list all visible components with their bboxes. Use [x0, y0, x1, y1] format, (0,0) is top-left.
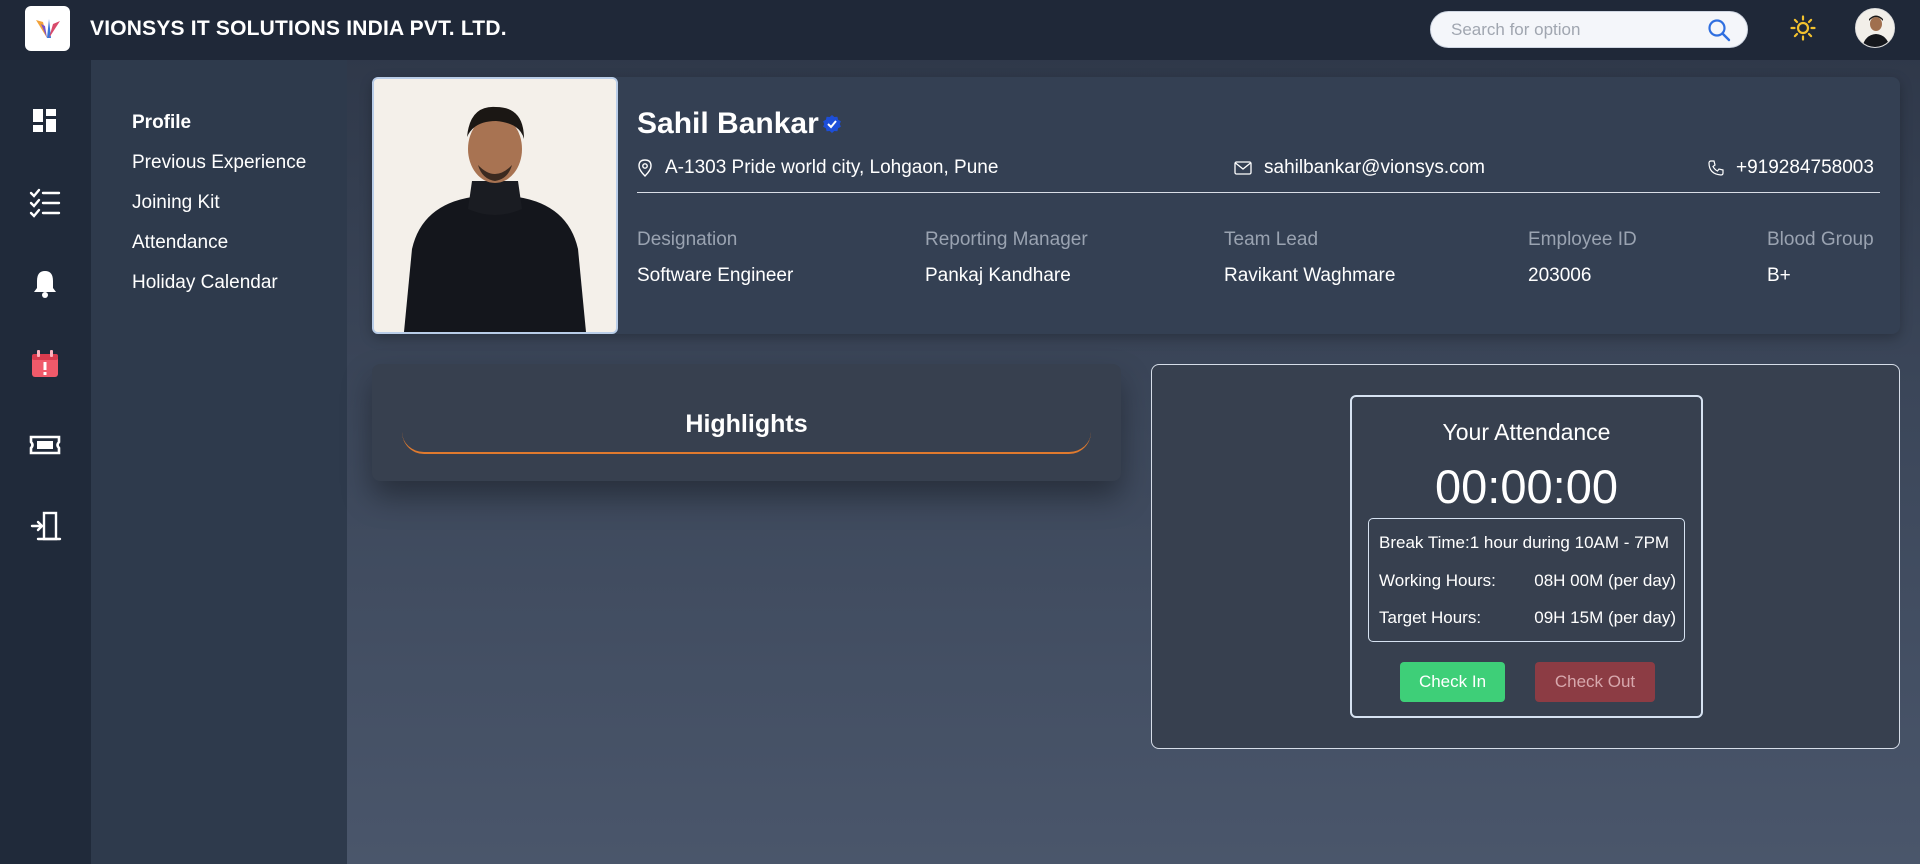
logout-icon[interactable]	[28, 509, 62, 543]
icon-sidebar	[0, 60, 91, 864]
field-value: Pankaj Kandhare	[925, 265, 1071, 286]
field-designation: Designation Software Engineer	[637, 229, 793, 287]
target-hours-label: Target Hours:	[1379, 608, 1482, 627]
break-time-row: Break Time: 1 hour during 10AM - 7PM	[1379, 533, 1676, 553]
search-icon[interactable]	[1707, 18, 1731, 47]
field-value: Ravikant Waghmare	[1224, 265, 1396, 286]
field-label: Team Lead	[1224, 229, 1319, 250]
submenu-item-joining-kit[interactable]: Joining Kit	[132, 192, 220, 214]
phone-text[interactable]: +919284758003	[1736, 157, 1874, 179]
field-reporting-manager: Reporting Manager Pankaj Kandhare	[925, 229, 1088, 287]
attendance-title: Your Attendance	[1442, 419, 1611, 445]
employee-name: Sahil Bankar	[637, 107, 819, 140]
attendance-panel: Your Attendance 00:00:00 Break Time: 1 ho…	[1350, 395, 1703, 718]
theme-toggle-sun-icon[interactable]	[1790, 15, 1816, 46]
attendance-info-box: Break Time: 1 hour during 10AM - 7PM Work…	[1368, 518, 1685, 642]
field-label: Designation	[637, 229, 738, 250]
field-value: Software Engineer	[637, 265, 794, 286]
dashboard-icon[interactable]	[28, 104, 62, 138]
user-avatar-icon	[1856, 9, 1894, 47]
ticket-icon[interactable]	[28, 428, 62, 462]
submenu-item-holiday-calendar[interactable]: Holiday Calendar	[132, 272, 278, 294]
target-hours-value: 09H 15M (per day)	[1534, 608, 1676, 627]
attendance-card: Your Attendance 00:00:00 Break Time: 1 ho…	[1151, 364, 1900, 749]
verified-badge-icon	[822, 114, 842, 139]
phone-row: +919284758003	[1708, 157, 1874, 179]
field-label: Employee ID	[1528, 229, 1637, 250]
address-text: A-1303 Pride world city, Lohgaon, Pune	[665, 157, 999, 178]
attendance-timer: 00:00:00	[1435, 460, 1618, 513]
submenu-item-profile[interactable]: Profile	[132, 112, 191, 134]
field-label: Reporting Manager	[925, 229, 1088, 250]
company-name: VIONSYS IT SOLUTIONS INDIA PVT. LTD.	[90, 17, 507, 40]
profile-photo	[372, 77, 618, 334]
logo-icon	[35, 18, 60, 38]
bell-icon[interactable]	[28, 266, 62, 300]
highlights-card: Highlights	[372, 364, 1121, 481]
working-hours-row: Working Hours: 08H 00M (per day)	[1379, 571, 1676, 591]
check-out-button[interactable]: Check Out	[1535, 662, 1655, 702]
email-row: sahilbankar@vionsys.com	[1234, 157, 1485, 179]
field-team-lead: Team Lead Ravikant Waghmare	[1224, 229, 1395, 287]
highlights-title: Highlights	[685, 410, 808, 438]
profile-divider	[637, 192, 1880, 193]
submenu-item-attendance[interactable]: Attendance	[132, 232, 228, 254]
address-row: A-1303 Pride world city, Lohgaon, Pune	[637, 157, 998, 179]
search-input[interactable]	[1431, 19, 1691, 40]
field-value: 203006	[1528, 265, 1592, 286]
check-in-button[interactable]: Check In	[1400, 662, 1505, 702]
working-hours-label: Working Hours:	[1379, 571, 1496, 590]
location-pin-icon	[638, 159, 652, 177]
submenu-item-previous-experience[interactable]: Previous Experience	[132, 152, 306, 174]
field-employee-id: Employee ID 203006	[1528, 229, 1637, 287]
phone-icon	[1708, 160, 1724, 176]
target-hours-row: Target Hours: 09H 15M (per day)	[1379, 608, 1676, 628]
email-text[interactable]: sahilbankar@vionsys.com	[1264, 157, 1485, 179]
break-time-label: Break Time:	[1379, 533, 1470, 552]
mail-icon	[1234, 161, 1252, 175]
field-label: Blood Group	[1767, 229, 1874, 250]
search-bar[interactable]	[1430, 11, 1748, 48]
company-logo[interactable]	[25, 6, 70, 51]
calendar-alert-icon[interactable]	[28, 347, 62, 381]
break-time-value: 1 hour during 10AM - 7PM	[1469, 533, 1670, 552]
task-list-icon[interactable]	[28, 185, 62, 219]
working-hours-value: 08H 00M (per day)	[1534, 571, 1676, 590]
field-value: B+	[1767, 265, 1791, 286]
user-avatar[interactable]	[1855, 8, 1895, 48]
profile-submenu: Profile Previous Experience Joining Kit …	[91, 60, 347, 864]
top-bar: VIONSYS IT SOLUTIONS INDIA PVT. LTD.	[0, 0, 1920, 60]
field-blood-group: Blood Group B+	[1767, 229, 1874, 287]
profile-photo-image	[374, 79, 616, 332]
profile-card: Sahil Bankar A-1303 Pride world city, Lo…	[372, 77, 1900, 334]
